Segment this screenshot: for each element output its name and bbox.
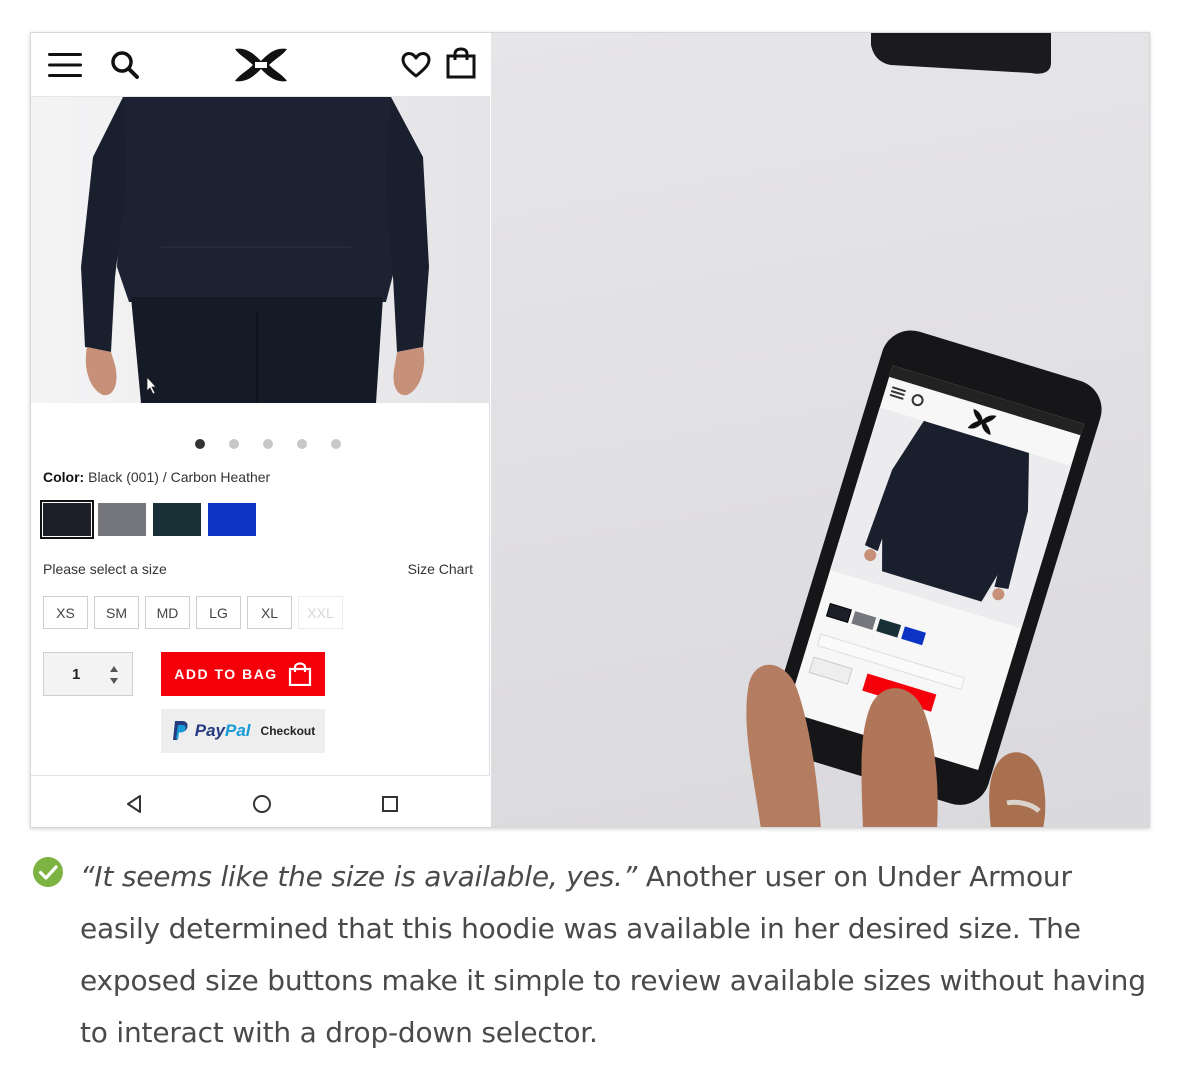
hamburger-icon[interactable] bbox=[47, 52, 83, 78]
quantity-value: 1 bbox=[72, 666, 81, 683]
user-test-video-frame bbox=[491, 33, 1149, 827]
hand-holding-phone-photo bbox=[746, 33, 1102, 827]
user-quote: “It seems like the size is available, ye… bbox=[80, 860, 638, 893]
mobile-screen: Color: Black (001) / Carbon Heather Plea… bbox=[31, 33, 490, 827]
paypal-p-icon bbox=[172, 721, 188, 740]
search-icon[interactable] bbox=[109, 49, 141, 81]
color-swatch-dark-teal[interactable] bbox=[153, 503, 201, 536]
paypal-checkout-label: Checkout bbox=[260, 724, 316, 738]
color-swatches bbox=[40, 500, 256, 539]
finding-caption: “It seems like the size is available, ye… bbox=[80, 851, 1160, 1059]
screenshot-frame: Color: Black (001) / Carbon Heather Plea… bbox=[30, 32, 1150, 828]
size-button-md[interactable]: MD bbox=[145, 596, 190, 629]
size-button-xs[interactable]: XS bbox=[43, 596, 88, 629]
top-bar bbox=[31, 33, 490, 97]
paypal-pal-text: Pal bbox=[225, 721, 251, 740]
color-label: Color: bbox=[43, 469, 85, 485]
add-to-bag-label: ADD TO BAG bbox=[174, 666, 278, 682]
size-chart-link[interactable]: Size Chart bbox=[408, 561, 473, 577]
back-triangle-icon[interactable] bbox=[123, 793, 145, 815]
size-button-xxl-unavailable: XXL bbox=[298, 596, 343, 629]
shopping-bag-icon[interactable] bbox=[445, 47, 477, 79]
color-swatch-royal-blue[interactable] bbox=[208, 503, 256, 536]
carousel-dot[interactable] bbox=[296, 439, 307, 449]
size-button-sm[interactable]: SM bbox=[94, 596, 139, 629]
size-button-xl[interactable]: XL bbox=[247, 596, 292, 629]
check-circle-icon bbox=[33, 857, 63, 887]
paypal-checkout-button[interactable]: PayPal Checkout bbox=[161, 709, 325, 753]
color-selection-label: Color: Black (001) / Carbon Heather bbox=[43, 469, 270, 485]
color-swatch-gray[interactable] bbox=[98, 503, 146, 536]
carousel-dot[interactable] bbox=[228, 439, 239, 449]
updown-arrows-icon[interactable] bbox=[108, 664, 120, 686]
size-prompt: Please select a size bbox=[43, 561, 167, 577]
add-to-bag-button[interactable]: ADD TO BAG bbox=[161, 652, 325, 696]
carousel-dot[interactable] bbox=[262, 439, 273, 449]
image-carousel-dots bbox=[31, 439, 490, 453]
carousel-dot[interactable] bbox=[194, 439, 205, 449]
carousel-dot[interactable] bbox=[330, 439, 341, 449]
color-swatch-black[interactable] bbox=[40, 500, 94, 539]
size-button-lg[interactable]: LG bbox=[196, 596, 241, 629]
paypal-wordmark: PayPal bbox=[195, 721, 251, 741]
home-circle-icon[interactable] bbox=[251, 793, 273, 815]
recents-square-icon[interactable] bbox=[379, 793, 401, 815]
under-armour-logo[interactable] bbox=[231, 45, 291, 85]
android-nav-bar bbox=[31, 775, 490, 827]
model-hoodie-illustration bbox=[81, 97, 429, 403]
quantity-selector[interactable]: 1 bbox=[43, 652, 133, 696]
product-image[interactable] bbox=[31, 97, 490, 403]
heart-icon[interactable] bbox=[401, 51, 431, 79]
color-value: Black (001) / Carbon Heather bbox=[88, 469, 271, 485]
shopping-bag-icon bbox=[288, 662, 311, 686]
size-buttons: XS SM MD LG XL XXL bbox=[43, 596, 343, 629]
paypal-pay-text: Pay bbox=[194, 721, 226, 740]
